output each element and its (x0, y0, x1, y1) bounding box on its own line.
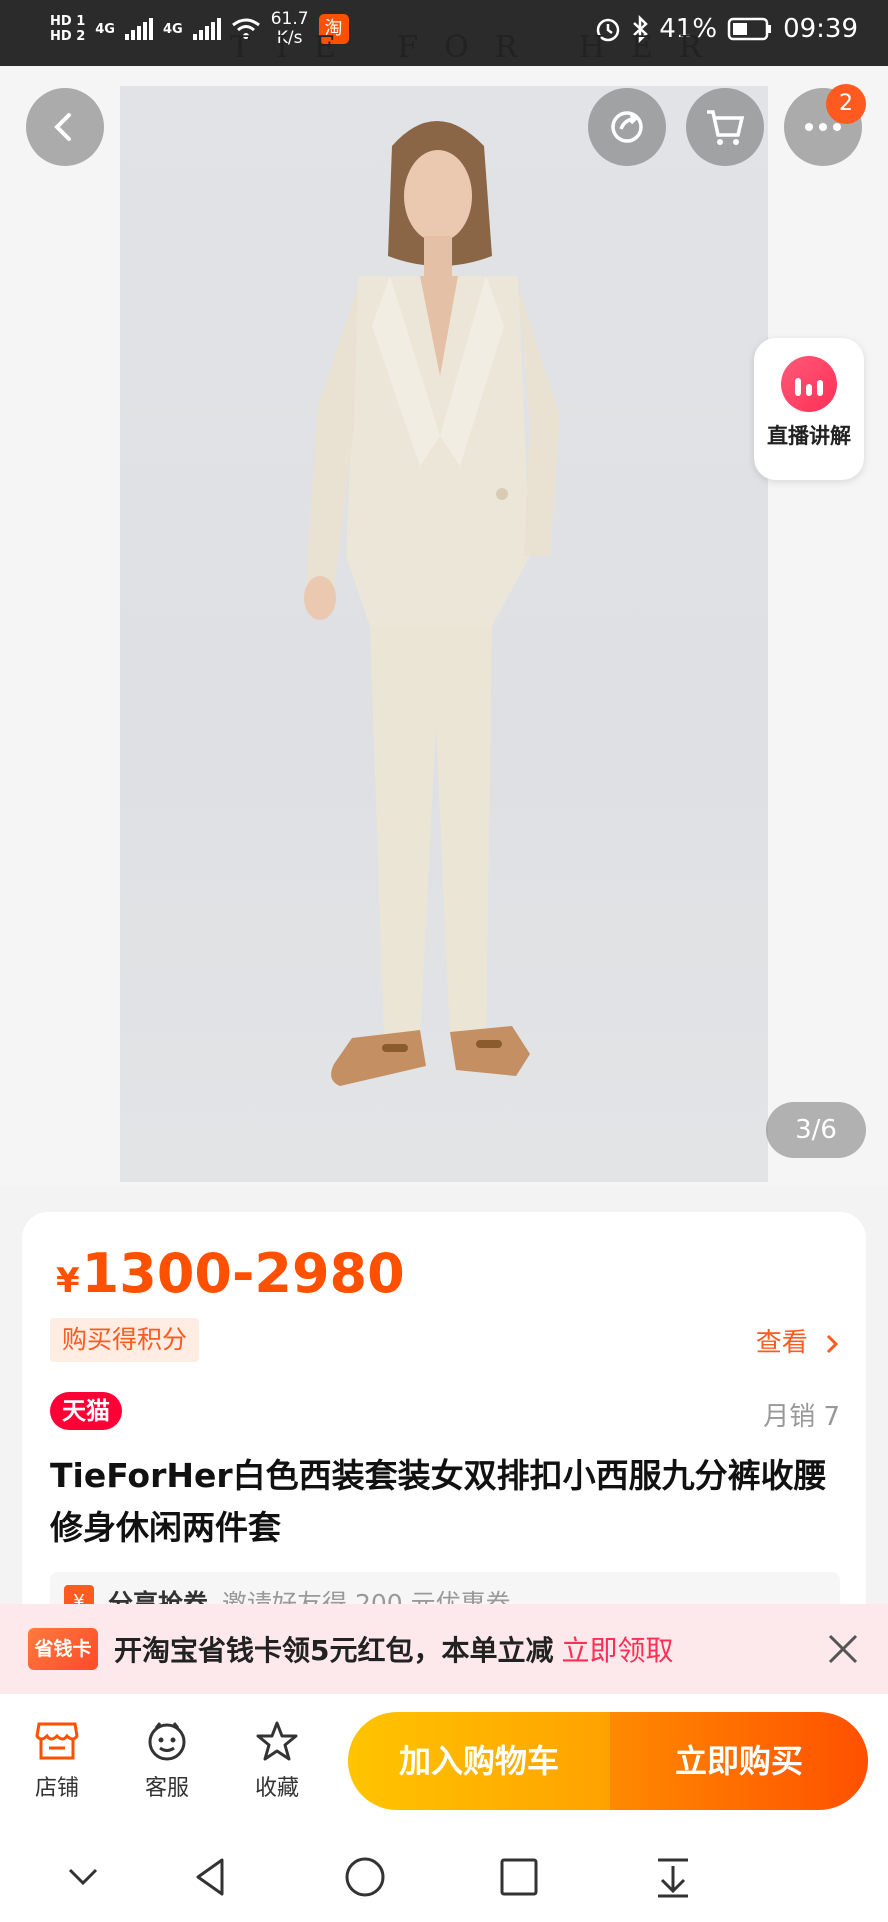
system-navigation-bar (0, 1832, 888, 1922)
back-icon (54, 113, 71, 141)
points-tag[interactable]: 购买得积分 (50, 1318, 200, 1362)
price: ¥1300-2980 (56, 1242, 405, 1305)
favorite-button[interactable]: 收藏 (232, 1720, 322, 1802)
signal-icon (192, 18, 221, 40)
more-button[interactable]: 2 (784, 84, 866, 166)
signal-icon (124, 18, 153, 40)
customer-service-icon (148, 1722, 186, 1761)
nav-recents-icon[interactable] (494, 1852, 544, 1902)
cart-icon (707, 110, 745, 145)
promo-text: 开淘宝省钱卡领5元红包，本单立减 (114, 1634, 554, 1667)
live-label: 直播讲解 (767, 424, 851, 448)
back-button[interactable] (26, 88, 104, 166)
network-type-1: 4G (95, 21, 115, 37)
buy-now-button[interactable]: 立即购买 (610, 1712, 868, 1810)
savings-card-logo: 省钱卡 (28, 1628, 98, 1670)
close-icon[interactable] (820, 1626, 866, 1672)
customer-service-label: 客服 (144, 1776, 189, 1801)
shop-icon (35, 1722, 79, 1760)
clock: 09:39 (783, 14, 858, 44)
customer-service-button[interactable]: 客服 (122, 1720, 212, 1802)
live-icon (781, 356, 837, 412)
hd1-label: HD 1 (50, 14, 86, 29)
product-photo[interactable] (120, 86, 768, 1182)
screen: HD 1 HD 2 4G 4G 61.7 K/s 淘 41% 09:39 TIE… (0, 0, 888, 1922)
hd-indicators: HD 1 HD 2 (50, 14, 85, 44)
live-explain-button[interactable]: 直播讲解 (754, 338, 864, 480)
product-title: TieForHer白色西装套装女双排扣小西服九分裤收腰修身休闲两件套 (50, 1456, 827, 1547)
star-icon (256, 1721, 298, 1761)
bottom-action-bar: 店铺 客服 收藏 加入购物车 立即购买 (0, 1694, 888, 1832)
network-type-2: 4G (162, 21, 183, 37)
nav-home-icon[interactable] (340, 1852, 390, 1902)
tmall-badge: 天猫 (50, 1392, 122, 1430)
monthly-sales: 月销 7 (763, 1402, 840, 1432)
price-range: 1300-2980 (81, 1242, 405, 1305)
battery-icon (727, 17, 772, 41)
speed-value: 61.7 (270, 9, 309, 29)
chevron-right-icon (826, 1334, 839, 1353)
claim-link[interactable]: 立即领取 (561, 1629, 673, 1669)
shop-button[interactable]: 店铺 (12, 1720, 102, 1802)
product-gallery[interactable]: 2 直播讲解 3/6 (0, 66, 888, 1186)
nav-back-icon[interactable] (186, 1852, 236, 1902)
model-illustration (304, 121, 560, 1086)
hd2-label: HD 2 (50, 29, 86, 44)
view-points-link[interactable]: 查看 (756, 1322, 840, 1359)
favorite-label: 收藏 (254, 1776, 299, 1801)
add-to-cart-button[interactable]: 加入购物车 (348, 1712, 610, 1810)
notification-badge: 2 (826, 84, 866, 124)
shop-label: 店铺 (34, 1776, 79, 1801)
more-icon (805, 123, 841, 131)
brand-watermark: TIE FOR HER (230, 30, 728, 65)
view-label: 查看 (755, 1328, 808, 1358)
share-icon (611, 111, 643, 143)
nav-dropdown-icon[interactable] (648, 1852, 698, 1902)
currency-symbol: ¥ (56, 1261, 80, 1301)
share-button[interactable] (588, 88, 666, 166)
savings-card-banner[interactable]: 省钱卡 开淘宝省钱卡领5元红包，本单立减 立即领取 (0, 1604, 888, 1694)
gallery-page-indicator: 3/6 (766, 1102, 866, 1158)
cart-button[interactable] (686, 88, 764, 166)
product-info-card: ¥1300-2980 购买得积分 查看 天猫 月销 7 TieForHer白色西… (22, 1212, 866, 1632)
chevron-down-icon[interactable] (58, 1852, 108, 1902)
